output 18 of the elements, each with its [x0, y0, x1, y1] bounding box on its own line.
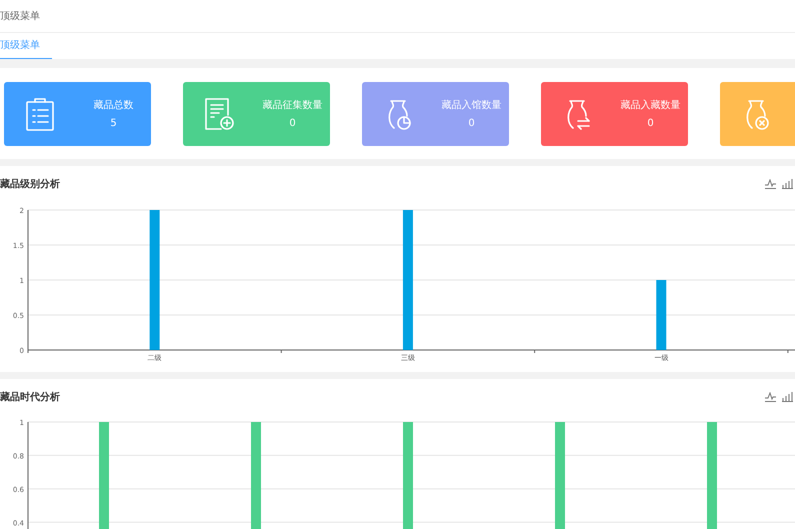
- bar-chart-icon[interactable]: [782, 179, 793, 189]
- clipboard-list-icon: [24, 96, 56, 131]
- bar: [656, 280, 666, 350]
- stat-value: 0: [647, 118, 654, 130]
- stat-label: 藏品征集数量: [262, 98, 322, 112]
- stat-label: 藏品总数: [94, 98, 134, 112]
- breadcrumb[interactable]: 顶级菜单: [0, 8, 40, 23]
- stat-value: 0: [468, 118, 475, 130]
- panel-title: 藏品时代分析: [0, 390, 60, 404]
- stat-label: 藏品入馆数量: [442, 98, 502, 112]
- document-add-icon: [203, 96, 235, 131]
- line-chart-icon[interactable]: [765, 179, 776, 189]
- line-chart-icon[interactable]: [765, 392, 776, 402]
- stat-label: 藏品入藏数量: [620, 98, 680, 112]
- bar-chart-icon[interactable]: [782, 392, 793, 402]
- panel-title: 藏品级别分析: [0, 178, 60, 191]
- stat-value: 5: [110, 118, 117, 130]
- stat-value: 0: [289, 118, 296, 130]
